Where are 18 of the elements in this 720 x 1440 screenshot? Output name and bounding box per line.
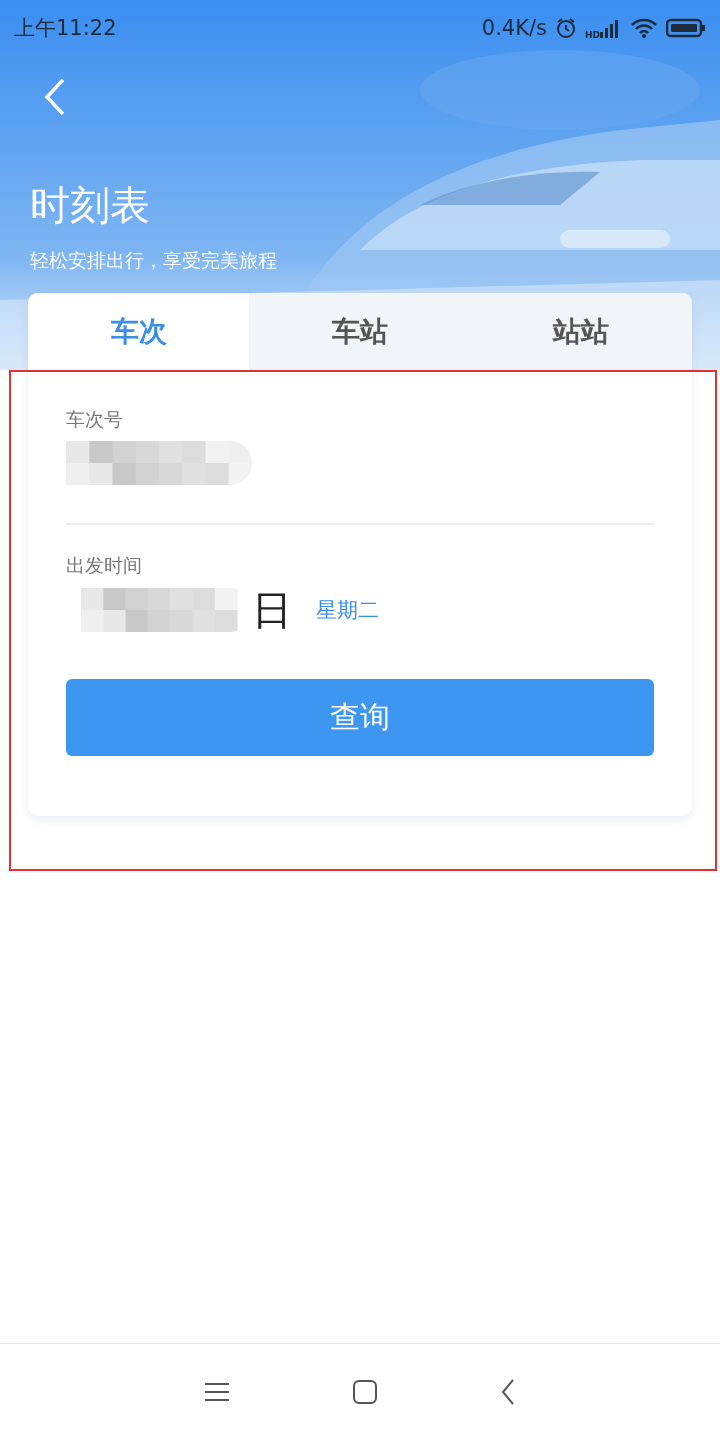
page-title: 时刻表: [30, 181, 151, 229]
tab[interactable]: 车次: [28, 293, 250, 371]
tab[interactable]: 站站: [470, 293, 692, 371]
menu-icon[interactable]: [205, 1382, 229, 1402]
field-label: 车次号: [66, 407, 124, 432]
page-subtitle: 轻松安排出行，享受完美旅程: [30, 248, 278, 273]
battery-icon: [666, 17, 706, 38]
home-icon[interactable]: [353, 1380, 377, 1404]
back-icon[interactable]: [501, 1379, 515, 1405]
field-label: 出发时间: [66, 553, 143, 578]
alarm-icon: [555, 16, 577, 39]
network-speed: 0.4K/s: [481, 15, 547, 40]
hd-label: HD: [585, 29, 600, 40]
wifi-icon: [630, 16, 658, 39]
weekday-label: 星期二: [316, 597, 379, 624]
status-time: 上午11:22: [14, 14, 117, 42]
tab[interactable]: 车站: [249, 293, 471, 371]
date-value[interactable]: 日: [252, 585, 292, 635]
